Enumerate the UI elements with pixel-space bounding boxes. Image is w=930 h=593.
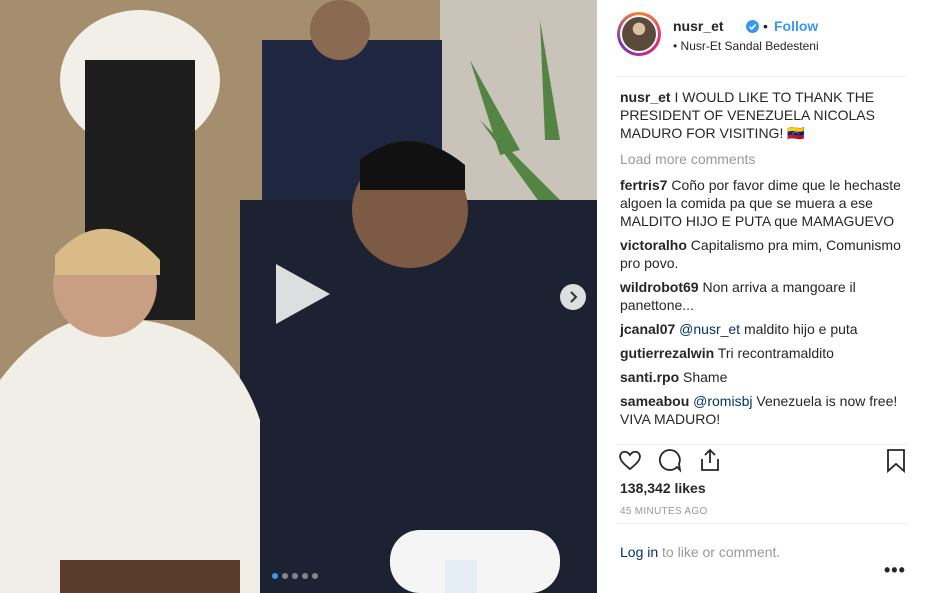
comment-mention[interactable]: @romisbj — [693, 393, 752, 409]
comment-icon — [658, 449, 682, 473]
load-more-comments[interactable]: Load more comments — [620, 150, 910, 168]
avatar[interactable] — [617, 12, 661, 56]
comment-text: maldito hijo e puta — [743, 321, 858, 337]
post-timestamp: 45 MINUTES AGO — [620, 506, 708, 517]
share-button[interactable] — [697, 447, 723, 473]
save-button[interactable] — [883, 447, 909, 473]
separator-dot: • — [763, 18, 768, 34]
comment-username[interactable]: sameabou — [620, 393, 689, 409]
comment-username[interactable]: gutierrezalwin — [620, 345, 714, 361]
carousel-dot — [312, 573, 318, 579]
action-bar — [617, 444, 909, 477]
caption-username[interactable]: nusr_et — [620, 89, 671, 105]
comment-item: jcanal07 @nusr_et maldito hijo e puta — [620, 320, 910, 338]
comment-item: gutierrezalwin Tri recontramaldito — [620, 344, 910, 362]
comment-mention[interactable]: @nusr_et — [679, 321, 740, 337]
post-header: nusr_et • Follow • Nusr-Et Sandal Bedest… — [617, 12, 907, 77]
login-prompt: Log in to like or comment. — [620, 544, 780, 560]
carousel-next-button[interactable] — [560, 284, 586, 310]
carousel-dots — [272, 573, 318, 579]
carousel-dot — [302, 573, 308, 579]
post-username[interactable]: nusr_et — [673, 18, 724, 34]
likes-count[interactable]: 138,342 likes — [620, 480, 706, 496]
comment-username[interactable]: victoralho — [620, 237, 687, 253]
comment-item: victoralho Capitalismo pra mim, Comunism… — [620, 236, 910, 272]
chevron-right-icon — [570, 291, 578, 303]
comment-button[interactable] — [657, 447, 683, 473]
carousel-dot — [292, 573, 298, 579]
like-button[interactable] — [617, 447, 643, 473]
comment-username[interactable]: santi.rpo — [620, 369, 679, 385]
carousel-dot — [282, 573, 288, 579]
comment-username[interactable]: wildrobot69 — [620, 279, 699, 295]
more-options-button[interactable]: ••• — [884, 560, 906, 581]
comment-username[interactable]: fertris7 — [620, 177, 667, 193]
comment-item: wildrobot69 Non arriva a mangoare il pan… — [620, 278, 910, 314]
comment-item: sameabou @romisbj Venezuela is now free!… — [620, 392, 910, 428]
play-icon — [276, 264, 330, 324]
login-text: to like or comment. — [658, 544, 781, 560]
bookmark-icon — [887, 449, 905, 473]
follow-button[interactable]: Follow — [774, 18, 818, 34]
verified-icon — [746, 20, 759, 38]
comment-username[interactable]: jcanal07 — [620, 321, 675, 337]
comment-text: Tri recontramaldito — [717, 345, 834, 361]
post-side-panel: nusr_et • Follow • Nusr-Et Sandal Bedest… — [597, 0, 930, 593]
play-button[interactable] — [268, 262, 332, 326]
caption: nusr_et I WOULD LIKE TO THANK THE PRESID… — [620, 88, 910, 142]
comments-list[interactable]: nusr_et I WOULD LIKE TO THANK THE PRESID… — [620, 88, 910, 438]
login-link[interactable]: Log in — [620, 544, 658, 560]
heart-icon — [619, 450, 641, 471]
carousel-dot — [272, 573, 278, 579]
comment-item: santi.rpo Shame — [620, 368, 910, 386]
post-media[interactable] — [0, 0, 597, 593]
location-link[interactable]: • Nusr-Et Sandal Bedesteni — [673, 39, 819, 53]
avatar-image — [622, 17, 656, 51]
comment-item: fertris7 Coño por favor dime que le hech… — [620, 176, 910, 230]
share-icon — [701, 448, 719, 471]
comment-text: Shame — [683, 369, 728, 385]
